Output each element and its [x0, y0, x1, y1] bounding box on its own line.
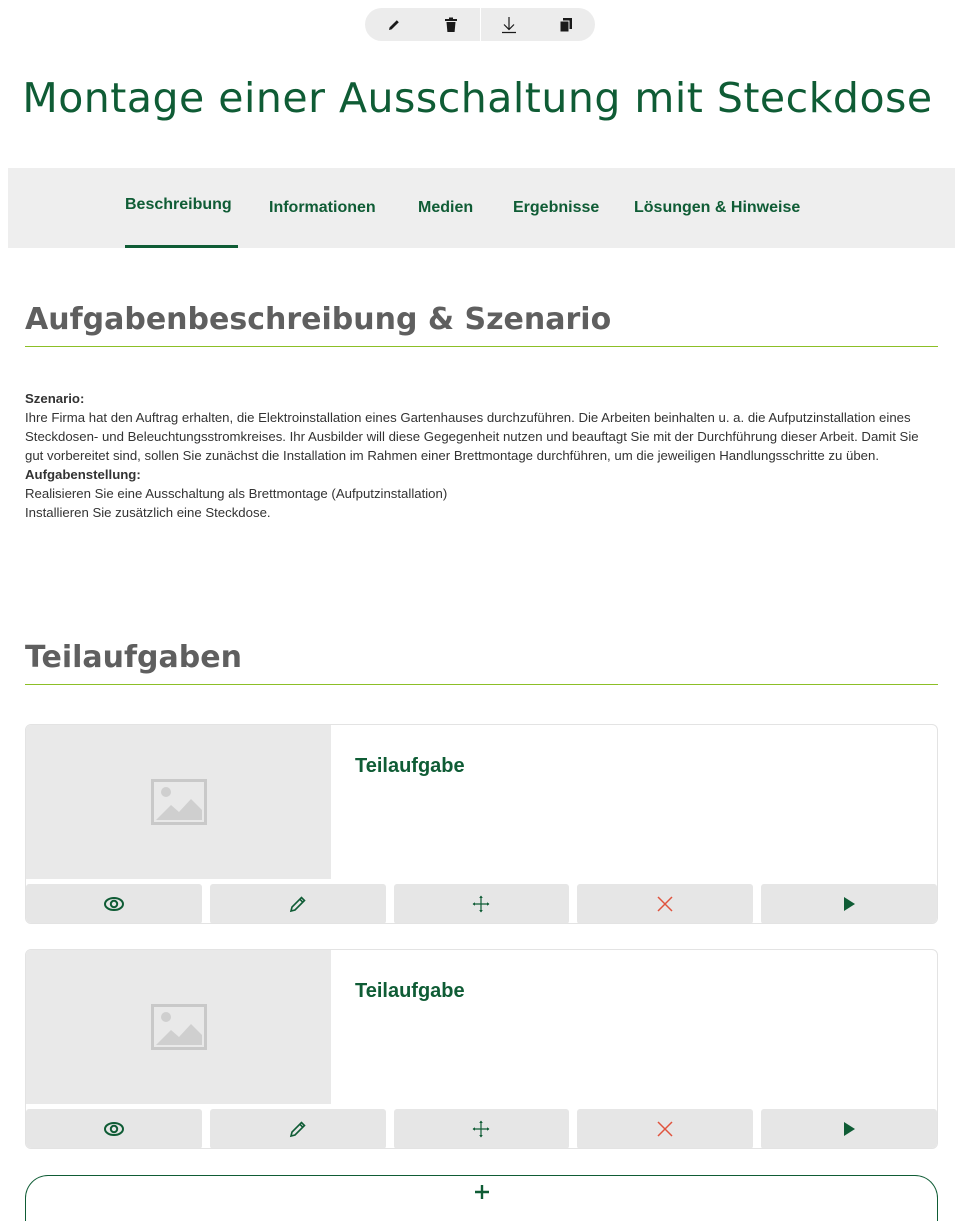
pencil-icon [388, 19, 399, 30]
scenario-label: Szenario: [25, 391, 85, 406]
tab-informationen[interactable]: Informationen [269, 168, 376, 248]
view-icon [103, 1122, 124, 1136]
task-line: Installieren Sie zusätzlich eine Steckdo… [25, 505, 271, 520]
delete-subtask-button[interactable] [577, 884, 754, 923]
delete-icon [657, 896, 673, 912]
play-icon [844, 1122, 856, 1136]
delete-button[interactable] [422, 8, 479, 41]
page-title: Montage einer Ausschaltung mit Steckdose [22, 74, 933, 122]
download-button[interactable] [481, 8, 538, 41]
toolbar [365, 8, 595, 41]
image-placeholder-icon [150, 779, 207, 825]
task-label: Aufgabenstellung: [25, 467, 141, 482]
view-button[interactable] [26, 1109, 202, 1148]
description-body: Szenario: Ihre Firma hat den Auftrag erh… [25, 389, 930, 522]
edit-subtask-button[interactable] [209, 1109, 386, 1148]
add-subtask-button[interactable] [25, 1175, 938, 1221]
tab-label: Lösungen & Hinweise [634, 199, 801, 216]
tab-medien[interactable]: Medien [418, 168, 473, 248]
copy-button[interactable] [538, 8, 595, 41]
subtask-actions [26, 1109, 937, 1148]
tab-beschreibung[interactable]: Beschreibung [125, 168, 238, 248]
move-button[interactable] [393, 1109, 570, 1148]
image-placeholder [26, 725, 331, 879]
image-placeholder-icon [150, 1004, 207, 1050]
delete-icon [657, 1121, 673, 1137]
subtask-title: Teilaufgabe [355, 980, 465, 1002]
edit-button[interactable] [365, 8, 422, 41]
move-icon [472, 895, 490, 913]
tab-label: Beschreibung [125, 195, 232, 213]
tab-label: Medien [418, 199, 474, 216]
tab-bar: Beschreibung Informationen Medien Ergebn… [8, 168, 955, 248]
view-icon [103, 897, 124, 911]
copy-icon [559, 17, 573, 32]
tab-label: Informationen [269, 199, 376, 216]
subtask-title: Teilaufgabe [355, 755, 465, 777]
play-icon [844, 897, 856, 911]
subtask-actions [26, 884, 937, 923]
tab-ergebnisse[interactable]: Ergebnisse [513, 168, 599, 248]
play-button[interactable] [761, 884, 937, 923]
pencil-icon [289, 1121, 306, 1138]
subtask-card: Teilaufgabe [25, 949, 938, 1149]
subtask-card: Teilaufgabe [25, 724, 938, 924]
image-placeholder [26, 950, 331, 1104]
play-button[interactable] [761, 1109, 937, 1148]
subtasks-heading: Teilaufgaben [25, 640, 938, 685]
delete-subtask-button[interactable] [577, 1109, 754, 1148]
move-icon [472, 1120, 490, 1138]
pencil-icon [289, 896, 306, 913]
move-button[interactable] [393, 884, 570, 923]
tab-loesungen-hinweise[interactable]: Lösungen & Hinweise [634, 168, 800, 248]
tab-label: Ergebnisse [513, 199, 600, 216]
task-line: Realisieren Sie eine Ausschaltung als Br… [25, 486, 448, 501]
trash-icon [444, 17, 457, 32]
plus-icon [474, 1185, 489, 1199]
description-heading: Aufgabenbeschreibung & Szenario [25, 302, 938, 347]
view-button[interactable] [26, 884, 202, 923]
download-icon [502, 16, 517, 33]
edit-subtask-button[interactable] [209, 884, 386, 923]
scenario-text: Ihre Firma hat den Auftrag erhalten, die… [25, 410, 919, 463]
